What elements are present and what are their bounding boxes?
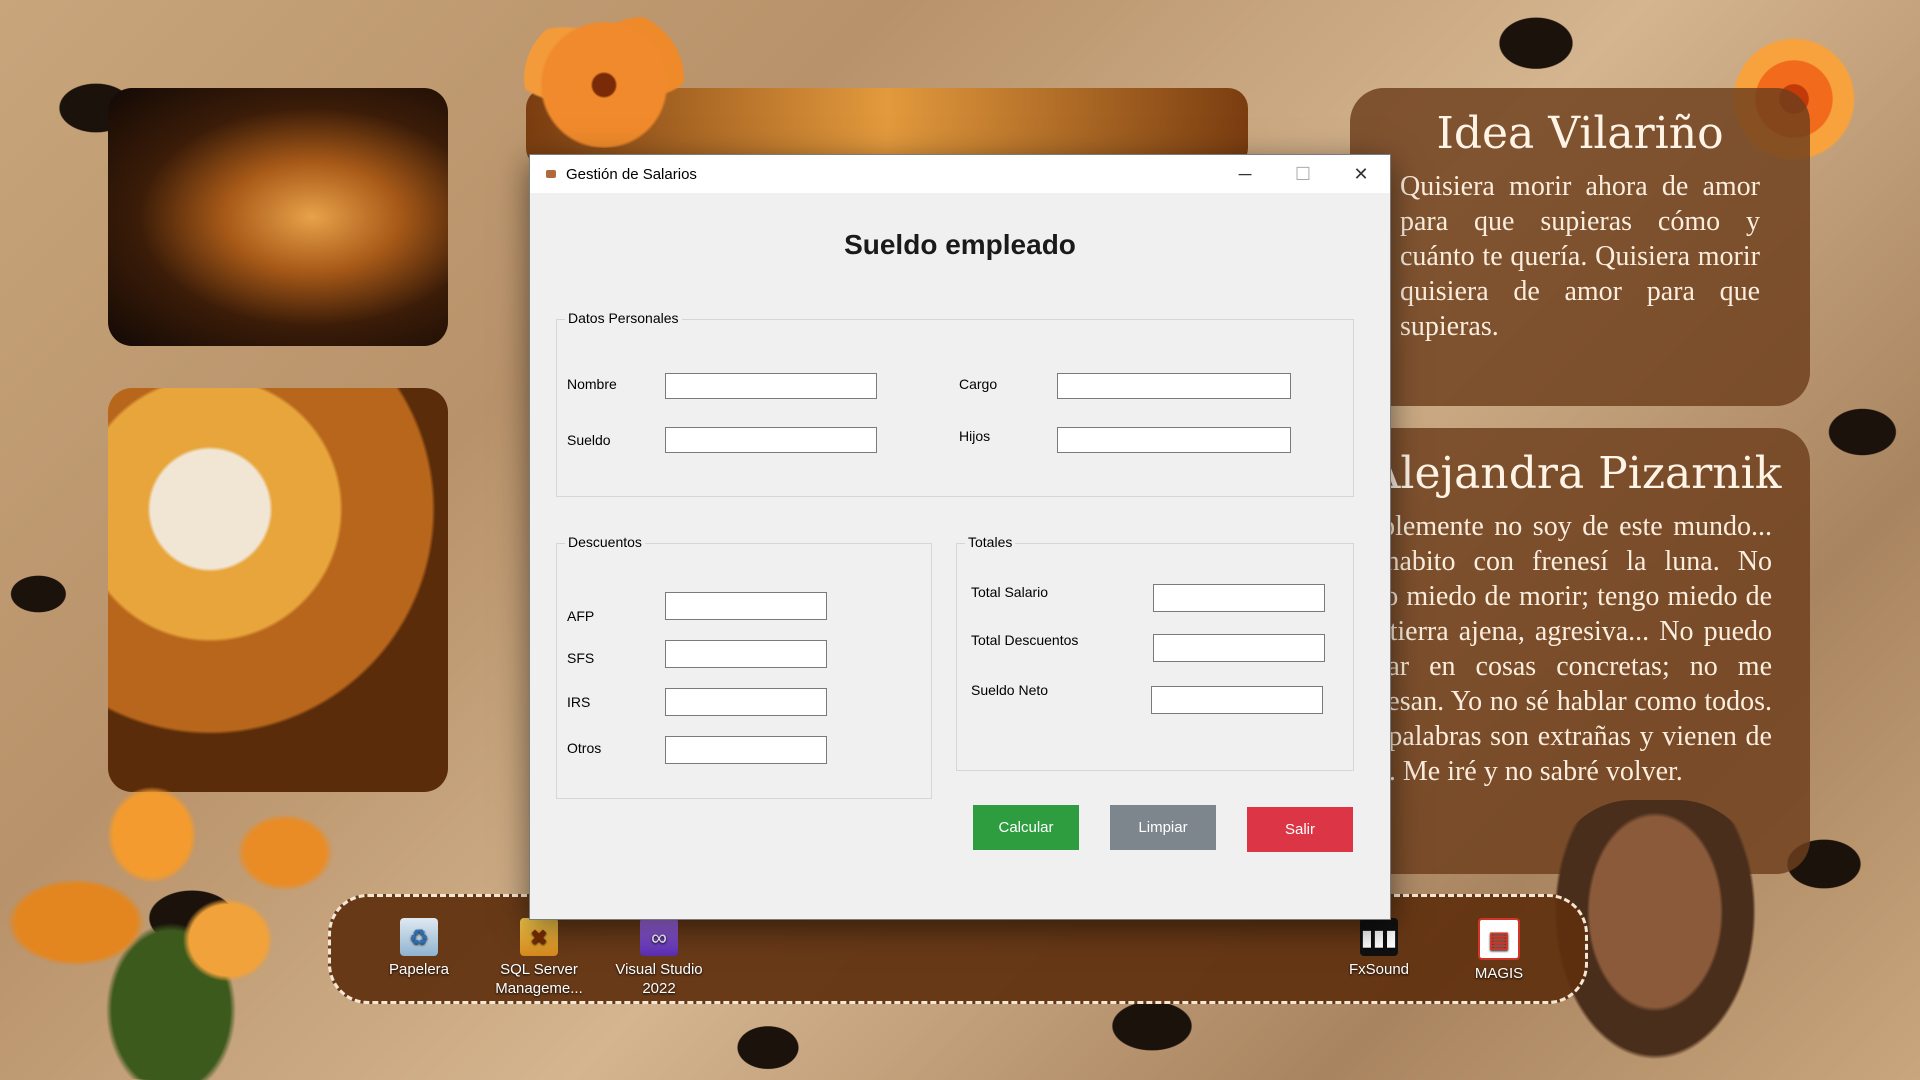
label-sueldo: Sueldo — [567, 432, 611, 448]
otros-input[interactable] — [666, 737, 826, 763]
label-afp: AFP — [567, 608, 595, 624]
group-totales: Totales Total Salario Total Descuentos S… — [956, 534, 1354, 771]
irs-input-box — [665, 688, 827, 716]
irs-input[interactable] — [666, 689, 826, 715]
fxsound-icon: ▮▮▮ — [1360, 918, 1398, 956]
close-icon: ✕ — [1353, 163, 1369, 184]
quote-author: Idea Vilariño — [1436, 108, 1724, 159]
orange-orchid-decoration — [524, 8, 684, 148]
group-legend: Totales — [965, 534, 1016, 550]
window-titlebar[interactable]: Gestión de Salarios ─ ☐ ✕ — [530, 155, 1390, 193]
sueldo-neto-box — [1151, 686, 1323, 714]
cargo-input-box — [1057, 373, 1291, 399]
desktop-icon-visual-studio[interactable]: ∞ Visual Studio 2022 — [609, 918, 709, 998]
label-cargo: Cargo — [959, 376, 998, 392]
group-descuentos: Descuentos AFP SFS IRS Otros — [556, 534, 932, 799]
desktop-icon-magis[interactable]: ▤ MAGIS — [1449, 918, 1549, 983]
window-title: Gestión de Salarios — [566, 165, 697, 183]
sql-server-icon: ✖ — [520, 918, 558, 956]
nombre-input[interactable] — [666, 374, 876, 398]
close-button[interactable]: ✕ — [1332, 155, 1390, 193]
quote-text: Simplemente no soy de este mundo... Yo h… — [1336, 511, 1772, 787]
limpiar-button[interactable]: Limpiar — [1110, 805, 1216, 850]
quote-card-pizarnik: Alejandra Pizarnik Simplemente no soy de… — [1336, 428, 1810, 874]
otros-input-box — [665, 736, 827, 764]
desktop-icon-fxsound[interactable]: ▮▮▮ FxSound — [1329, 918, 1429, 979]
label-total-descuentos: Total Descuentos — [971, 632, 1079, 648]
desktop-icon-label: Papelera — [388, 961, 450, 978]
maximize-icon: ☐ — [1294, 163, 1312, 184]
minimize-button[interactable]: ─ — [1216, 155, 1274, 193]
label-sueldo-neto: Sueldo Neto — [971, 682, 1049, 698]
salir-button[interactable]: Salir — [1247, 807, 1353, 852]
label-irs: IRS — [567, 694, 591, 710]
form-heading: Sueldo empleado — [844, 229, 1076, 260]
total-descuentos-output[interactable] — [1154, 635, 1324, 661]
desktop-icon-label: MAGIS — [1474, 965, 1524, 982]
group-legend: Datos Personales — [565, 310, 682, 326]
lily-decoration — [0, 730, 380, 1080]
desktop-icon-label: SQL Server Manageme... — [495, 961, 583, 997]
hijos-input[interactable] — [1058, 428, 1290, 452]
desktop-icon-sql-server[interactable]: ✖ SQL Server Manageme... — [489, 918, 589, 998]
desktop-icon-label: Visual Studio 2022 — [615, 961, 703, 997]
hijos-input-box — [1057, 427, 1291, 453]
sfs-input[interactable] — [666, 641, 826, 667]
total-descuentos-box — [1153, 634, 1325, 662]
label-nombre: Nombre — [567, 376, 617, 392]
total-salario-box — [1153, 584, 1325, 612]
quote-author: Alejandra Pizarnik — [1368, 448, 1782, 499]
quote-card-vilarino: Idea Vilariño Quisiera morir ahora de am… — [1350, 88, 1810, 406]
label-total-salario: Total Salario — [971, 584, 1049, 600]
desktop-icon-label: FxSound — [1348, 961, 1410, 978]
total-salario-output[interactable] — [1154, 585, 1324, 611]
salary-window: Gestión de Salarios ─ ☐ ✕ Sueldo emplead… — [529, 154, 1391, 920]
label-sfs: SFS — [567, 650, 595, 666]
sueldo-input[interactable] — [666, 428, 876, 452]
sueldo-input-box — [665, 427, 877, 453]
app-icon — [546, 170, 556, 178]
calcular-button[interactable]: Calcular — [973, 805, 1079, 850]
label-hijos: Hijos — [959, 428, 991, 444]
sfs-input-box — [665, 640, 827, 668]
afp-input-box — [665, 592, 827, 620]
desktop-icon-papelera[interactable]: ♻ Papelera — [369, 918, 469, 979]
wallpaper-photo-hair — [108, 88, 448, 346]
quote-text: Quisiera morir ahora de amor para que su… — [1400, 171, 1760, 342]
visual-studio-icon: ∞ — [640, 918, 678, 956]
minimize-icon: ─ — [1238, 163, 1252, 184]
recycle-bin-icon: ♻ — [400, 918, 438, 956]
maximize-button[interactable]: ☐ — [1274, 155, 1332, 193]
group-legend: Descuentos — [565, 534, 645, 550]
magis-icon: ▤ — [1478, 918, 1520, 960]
label-otros: Otros — [567, 740, 602, 756]
nombre-input-box — [665, 373, 877, 399]
group-datos-personales: Datos Personales Nombre Cargo Sueldo Hij… — [556, 310, 1354, 497]
sueldo-neto-output[interactable] — [1152, 687, 1322, 713]
cargo-input[interactable] — [1058, 374, 1290, 398]
afp-input[interactable] — [666, 593, 826, 619]
